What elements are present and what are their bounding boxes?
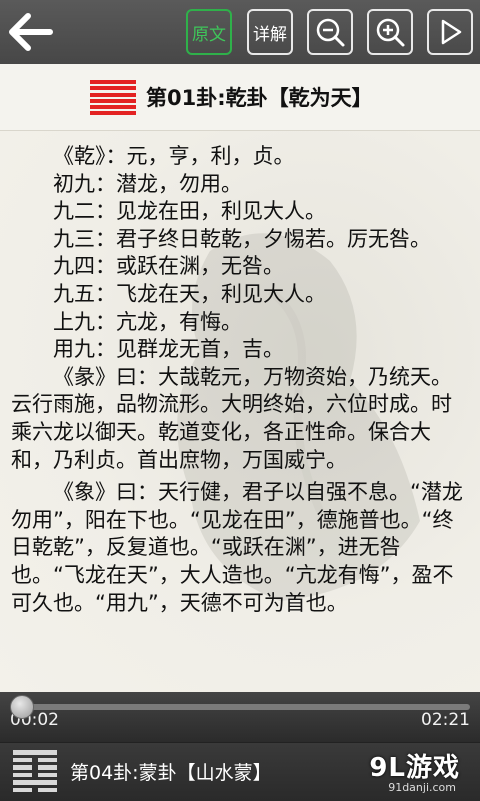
hexagram-symbol-icon <box>90 80 136 118</box>
original-text-button[interactable]: 原文 <box>186 9 232 55</box>
zoom-out-button[interactable] <box>307 9 353 55</box>
hexagram-title-row: 第01卦:乾卦【乾为天】 <box>0 64 480 131</box>
text-line: 《乾》：元，亨，利，贞。 <box>53 144 295 168</box>
text-line: 九二：见龙在田，利见大人。 <box>53 199 326 224</box>
text-content-area[interactable]: 《乾》：元，亨，利，贞。 初九：潜龙，勿用。 九二：见龙在田，利见大人。 九三：… <box>0 131 480 692</box>
arrow-left-icon <box>9 13 53 51</box>
next-hexagram-title: 第04卦:蒙卦【山水蒙】 <box>70 762 272 784</box>
play-icon <box>441 19 462 45</box>
zoom-in-button[interactable] <box>367 9 413 55</box>
brand-watermark-logo: 9L游戏 91danji.com <box>354 747 474 799</box>
text-paragraph: 《彖》曰：大哉乾元，万物资始，乃统天。云行雨施，品物流形。大明终始，六位时成。时… <box>11 364 452 472</box>
text-paragraph: 《象》曰：天行健，君子以自强不息。“潜龙勿用”，阳在下也。“见龙在田”，德施普也… <box>11 480 463 615</box>
hexagram-title: 第01卦:乾卦【乾为天】 <box>146 86 373 110</box>
total-duration: 02:21 <box>421 710 470 730</box>
brand-name: 9L游戏 <box>369 753 460 783</box>
progress-track[interactable] <box>10 704 470 710</box>
text-line: 上九：亢龙，有悔。 <box>53 309 242 334</box>
text-line: 用九：见群龙无首，吉。 <box>53 337 284 362</box>
text-line: 初九：潜龙，勿用。 <box>53 171 242 196</box>
original-text-label: 原文 <box>192 24 226 45</box>
play-button[interactable] <box>427 9 473 55</box>
progress-thumb[interactable] <box>10 695 35 719</box>
back-button[interactable] <box>6 8 54 56</box>
text-line: 九四：或跃在渊，无咎。 <box>53 254 284 279</box>
text-line: 九五：飞龙在天，利见大人。 <box>53 281 326 306</box>
audio-player-bar: 00:02 02:21 <box>0 692 480 742</box>
next-hexagram-bar[interactable]: 第04卦:蒙卦【山水蒙】 9L游戏 91danji.com <box>0 742 480 801</box>
explanation-label: 详解 <box>253 24 287 45</box>
brand-url: 91danji.com <box>388 781 456 794</box>
classic-text: 《乾》：元，亨，利，贞。 初九：潜龙，勿用。 九二：见龙在田，利见大人。 九三：… <box>11 143 471 617</box>
zoom-in-icon <box>376 18 405 47</box>
text-line: 九三：君子终日乾乾，夕惕若。厉无咎。 <box>53 226 431 251</box>
explanation-button[interactable]: 详解 <box>247 9 293 55</box>
zoom-out-icon <box>316 18 345 47</box>
next-hexagram-symbol-icon <box>13 750 57 794</box>
top-toolbar: 原文 详解 <box>0 0 480 64</box>
